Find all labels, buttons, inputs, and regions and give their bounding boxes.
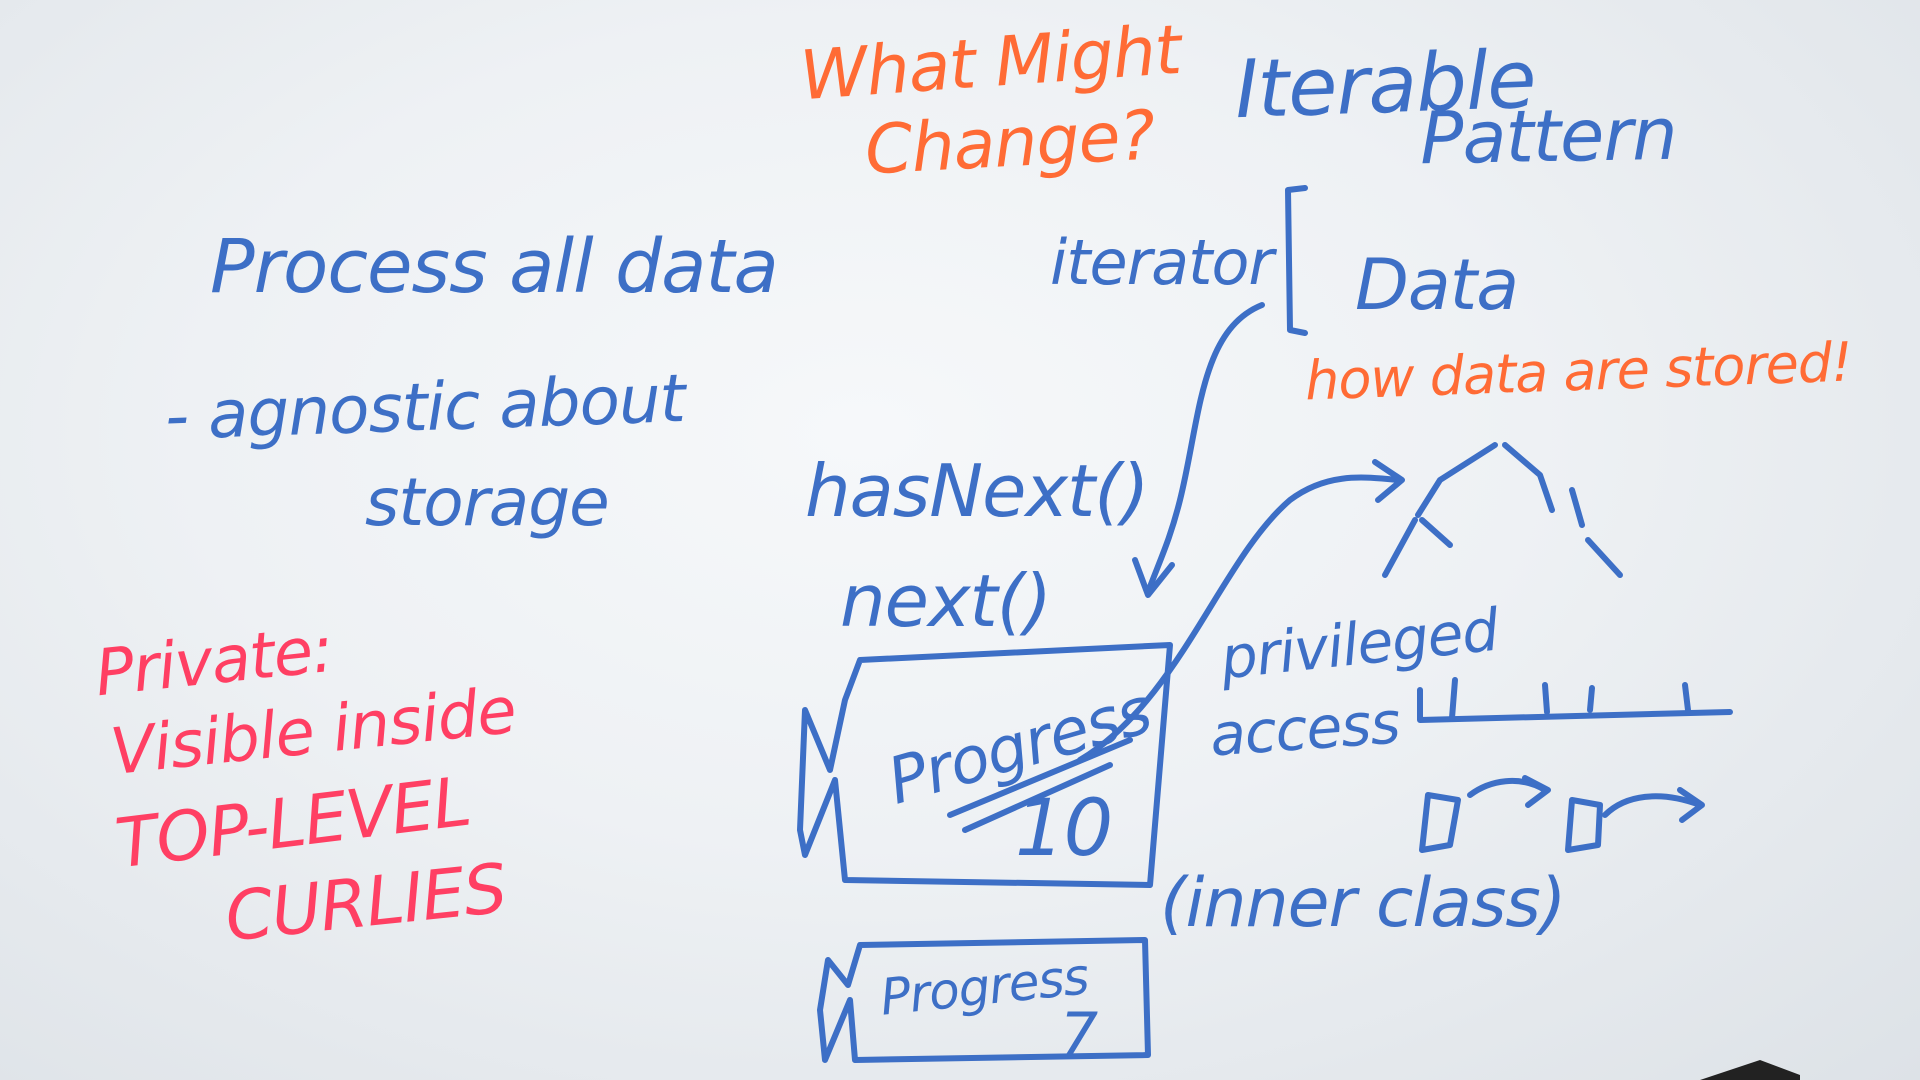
inner-class-label: (inner class) bbox=[1160, 864, 1566, 943]
array-diagram bbox=[1417, 677, 1733, 723]
privileged-access-line2: access bbox=[1207, 688, 1402, 770]
data-label: Data bbox=[1355, 244, 1519, 326]
what-might-change-line2: Change? bbox=[863, 96, 1157, 191]
privileged-access-line1: privileged bbox=[1217, 595, 1502, 693]
iterator-to-next-arrow bbox=[1145, 302, 1265, 595]
next-method: next() bbox=[840, 559, 1052, 643]
iterator-bracket bbox=[1285, 185, 1308, 336]
progress-box-1-value: 10 bbox=[1015, 784, 1113, 874]
whiteboard: What Might Change? Iterable Pattern Proc… bbox=[0, 0, 1920, 1080]
marker-tip bbox=[1700, 1060, 1800, 1080]
agnostic-line1: - agnostic about bbox=[163, 359, 686, 456]
iterator-label: iterator bbox=[1050, 226, 1274, 299]
how-data-stored: how data are stored! bbox=[1304, 330, 1853, 413]
progress-box-2-value: 7 bbox=[1060, 1000, 1098, 1070]
progress-box-2-title: Progress bbox=[877, 947, 1091, 1027]
agnostic-line2: storage bbox=[365, 464, 610, 541]
iterable-pattern-line2: Pattern bbox=[1419, 91, 1678, 181]
private-note-line1: Private: bbox=[91, 612, 337, 712]
process-all-data: Process all data bbox=[210, 224, 779, 310]
private-note-line4: CURLIES bbox=[221, 849, 510, 958]
linked-list-diagram bbox=[1419, 775, 1705, 853]
tree-diagram bbox=[1382, 442, 1623, 578]
has-next-method: hasNext() bbox=[805, 449, 1149, 533]
